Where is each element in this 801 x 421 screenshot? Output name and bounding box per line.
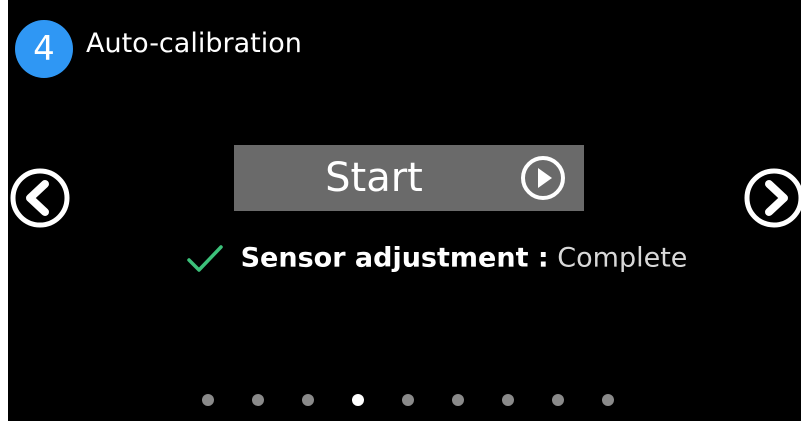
sensor-status: Sensor adjustment : Complete xyxy=(186,234,687,282)
calibration-screen: 4 Auto-calibration Start Sensor adjustme… xyxy=(8,0,801,421)
page-dot-8[interactable] xyxy=(552,394,564,406)
page-dot-1[interactable] xyxy=(202,394,214,406)
play-circle-icon xyxy=(520,155,566,201)
start-button[interactable]: Start xyxy=(234,145,584,211)
page-dot-9[interactable] xyxy=(602,394,614,406)
step-number-badge: 4 xyxy=(15,20,73,78)
sensor-status-label: Sensor adjustment : xyxy=(240,242,549,274)
page-dot-5[interactable] xyxy=(402,394,414,406)
next-page-button[interactable] xyxy=(742,166,801,230)
page-indicator xyxy=(8,392,801,408)
checkmark-icon xyxy=(186,244,224,274)
page-dot-7[interactable] xyxy=(502,394,514,406)
chevron-right-circle-icon xyxy=(744,168,801,228)
chevron-left-circle-icon xyxy=(10,168,70,228)
page-dot-6[interactable] xyxy=(452,394,464,406)
page-dot-2[interactable] xyxy=(252,394,264,406)
sensor-status-value: Complete xyxy=(557,242,688,274)
step-title: Auto-calibration xyxy=(86,28,302,59)
previous-page-button[interactable] xyxy=(8,166,72,230)
page-dot-3[interactable] xyxy=(302,394,314,406)
start-button-label: Start xyxy=(325,155,423,201)
page-dot-4[interactable] xyxy=(352,394,364,406)
